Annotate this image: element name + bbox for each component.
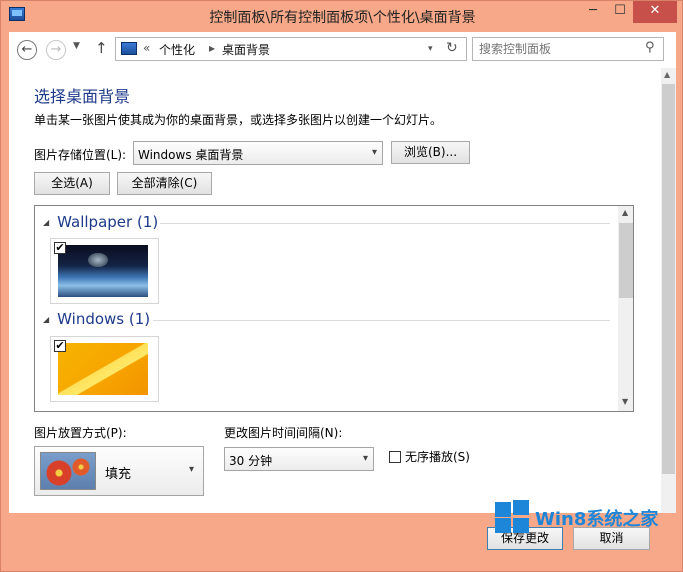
position-select[interactable]: 填充 ▾ — [34, 446, 204, 496]
collapse-triangle-icon[interactable]: ◢ — [43, 315, 49, 324]
refresh-icon[interactable]: ↻ — [446, 40, 458, 56]
watermark: Win8系统之家 — [495, 500, 675, 536]
list-scrollbar[interactable]: ▲ ▼ — [618, 206, 633, 411]
chevron-down-icon: ▾ — [371, 147, 377, 158]
recent-locations-icon[interactable]: ▼ — [73, 41, 80, 51]
scrollbar-thumb[interactable] — [619, 223, 633, 298]
minimize-button[interactable]: ─ — [579, 1, 607, 23]
group-header-wallpaper[interactable]: ◢ Wallpaper (1) — [43, 213, 158, 231]
group-title: Wallpaper (1) — [57, 213, 159, 231]
location-select[interactable]: Windows 桌面背景 ▾ — [133, 141, 383, 165]
page-title: 选择桌面背景 — [34, 87, 131, 106]
group-title: Windows (1) — [57, 310, 151, 328]
clear-all-button[interactable]: 全部清除(C) — [117, 172, 212, 195]
position-label: 图片放置方式(P): — [34, 426, 127, 440]
picture-checkbox[interactable]: ✔ — [54, 242, 66, 254]
search-box[interactable]: ⚲ — [472, 37, 664, 61]
wallpaper-thumbnail[interactable] — [58, 245, 148, 297]
windows-logo-icon — [495, 500, 529, 533]
title-bar: 控制面板\所有控制面板项\个性化\桌面背景 ─ ☐ ✕ — [1, 1, 683, 31]
flower-preview-icon — [40, 452, 96, 490]
collapse-triangle-icon[interactable]: ◢ — [43, 218, 49, 227]
search-icon[interactable]: ⚲ — [645, 40, 655, 55]
breadcrumb-overflow-icon[interactable]: « — [143, 41, 150, 55]
group-divider — [153, 320, 610, 321]
scroll-up-icon[interactable]: ▲ — [664, 70, 670, 79]
scroll-down-icon[interactable]: ▼ — [622, 397, 628, 406]
group-header-windows[interactable]: ◢ Windows (1) — [43, 310, 150, 328]
navigation-bar: ← → ▼ ↑ « 个性化 ▸ 桌面背景 ▾ ↻ ⚲ — [9, 32, 676, 64]
watermark-text: Win8系统之家 — [535, 509, 659, 530]
location-value: Windows 桌面背景 — [138, 148, 244, 162]
shuffle-checkbox[interactable] — [389, 451, 401, 463]
browse-button[interactable]: 浏览(B)... — [391, 141, 470, 164]
forward-button[interactable]: → — [46, 40, 66, 60]
page-description: 单击某一张图片使其成为你的桌面背景，或选择多张图片以创建一个幻灯片。 — [34, 113, 443, 127]
interval-label: 更改图片时间间隔(N): — [224, 426, 343, 440]
window: 控制面板\所有控制面板项\个性化\桌面背景 ─ ☐ ✕ ← → ▼ ↑ « 个性… — [0, 0, 683, 572]
picture-list[interactable]: ◢ Wallpaper (1) ✔ ◢ Windows (1) ✔ ▲ ▼ — [34, 205, 634, 412]
main-content: ▲ 选择桌面背景 单击某一张图片使其成为你的桌面背景，或选择多张图片以创建一个幻… — [9, 64, 676, 513]
chevron-down-icon: ▾ — [362, 453, 368, 464]
control-panel-icon — [121, 42, 137, 55]
interval-value: 30 分钟 — [229, 454, 273, 468]
picture-tile-wallpaper[interactable]: ✔ — [50, 238, 159, 304]
maximize-button[interactable]: ☐ — [607, 1, 633, 23]
group-divider — [160, 223, 610, 224]
up-button[interactable]: ↑ — [95, 39, 108, 57]
scrollbar-thumb[interactable] — [662, 84, 675, 474]
interval-select[interactable]: 30 分钟 ▾ — [224, 447, 374, 471]
windows-thumbnail[interactable] — [58, 343, 148, 395]
position-value: 填充 — [105, 467, 132, 482]
breadcrumb-desktop-background[interactable]: 桌面背景 — [222, 41, 270, 58]
picture-tile-windows[interactable]: ✔ — [50, 336, 159, 402]
scroll-up-icon[interactable]: ▲ — [622, 208, 628, 217]
close-button[interactable]: ✕ — [633, 1, 677, 23]
main-scrollbar[interactable]: ▲ — [661, 68, 676, 513]
breadcrumb-separator-icon[interactable]: ▸ — [209, 41, 215, 55]
picture-checkbox[interactable]: ✔ — [54, 340, 66, 352]
shuffle-label[interactable]: 无序播放(S) — [405, 448, 470, 465]
address-dropdown-icon[interactable]: ▾ — [428, 44, 433, 54]
breadcrumb-personalization[interactable]: 个性化 — [159, 41, 195, 58]
back-button[interactable]: ← — [17, 40, 37, 60]
search-input[interactable] — [479, 41, 639, 57]
location-label: 图片存储位置(L): — [34, 148, 127, 162]
select-all-button[interactable]: 全选(A) — [34, 172, 110, 195]
address-bar[interactable]: « 个性化 ▸ 桌面背景 ▾ ↻ — [115, 37, 467, 61]
chevron-down-icon: ▾ — [189, 464, 195, 475]
